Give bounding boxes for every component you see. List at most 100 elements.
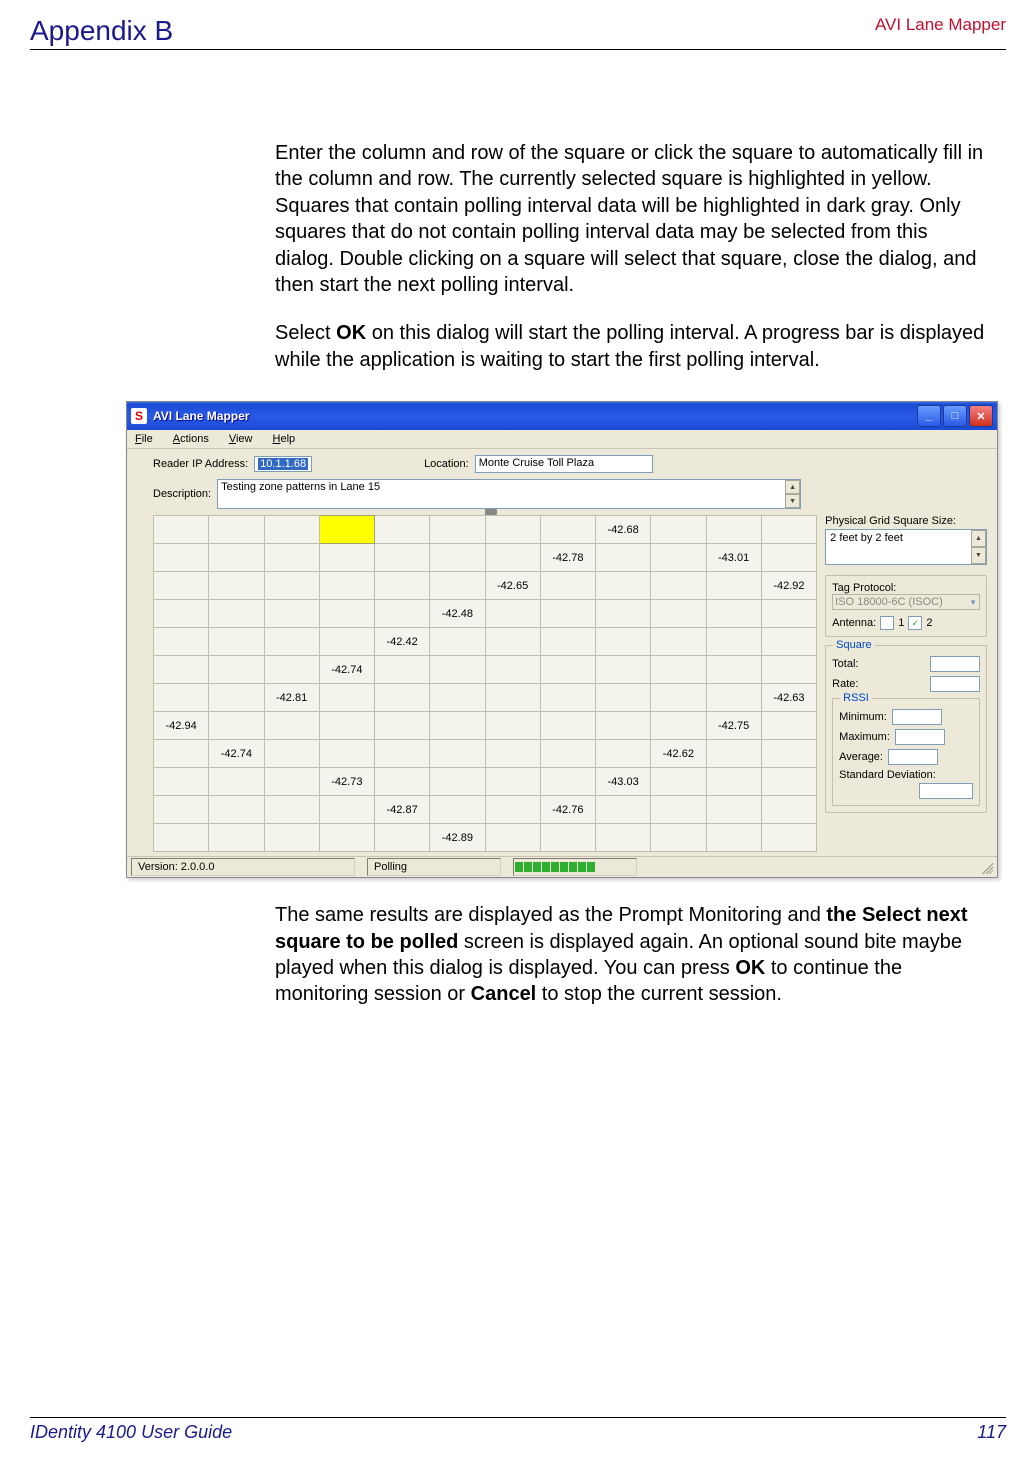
grid-cell[interactable] [761, 740, 816, 768]
grid-cell[interactable] [264, 516, 319, 544]
close-button[interactable]: ✕ [969, 405, 993, 427]
grid-cell[interactable] [485, 740, 540, 768]
grid-cell[interactable] [485, 600, 540, 628]
grid-cell[interactable] [319, 628, 374, 656]
phys-size-scroll[interactable]: ▲ ▼ [971, 530, 986, 564]
grid-cell[interactable] [430, 740, 485, 768]
grid-cell[interactable] [264, 600, 319, 628]
chevron-down-icon[interactable]: ▼ [785, 494, 800, 508]
grid-cell[interactable]: -42.89 [430, 824, 485, 852]
grid-cell[interactable] [540, 684, 595, 712]
grid-cell[interactable] [319, 544, 374, 572]
grid-cell[interactable] [209, 544, 264, 572]
grid-cell[interactable] [540, 656, 595, 684]
phys-size-input[interactable]: 2 feet by 2 feet ▲ ▼ [825, 529, 987, 565]
grid-cell[interactable]: -42.65 [485, 572, 540, 600]
grid-cell[interactable]: -42.76 [540, 796, 595, 824]
grid-cell[interactable] [430, 516, 485, 544]
grid-cell[interactable]: -42.81 [264, 684, 319, 712]
grid-cell[interactable] [761, 712, 816, 740]
grid-cell[interactable] [761, 628, 816, 656]
grid-cell[interactable] [209, 600, 264, 628]
grid-cell[interactable] [540, 600, 595, 628]
description-scroll[interactable]: ▲ ▼ [785, 480, 800, 508]
grid-cell[interactable] [375, 824, 430, 852]
grid-cell[interactable] [651, 516, 706, 544]
reader-ip-input[interactable]: 10.1.1.68 [254, 456, 312, 472]
grid-cell[interactable] [430, 712, 485, 740]
grid-cell[interactable] [706, 768, 761, 796]
grid-cell[interactable] [485, 824, 540, 852]
grid-cell[interactable] [596, 544, 651, 572]
grid-cell[interactable] [319, 572, 374, 600]
grid-cell[interactable] [319, 516, 374, 544]
grid-cell[interactable] [485, 768, 540, 796]
grid-cell[interactable] [540, 824, 595, 852]
grid-cell[interactable]: -42.75 [706, 712, 761, 740]
grid-cell[interactable] [540, 628, 595, 656]
grid-cell[interactable]: -42.62 [651, 740, 706, 768]
grid-cell[interactable] [264, 824, 319, 852]
grid-cell[interactable] [264, 656, 319, 684]
grid-cell[interactable] [264, 712, 319, 740]
grid-cell[interactable] [375, 656, 430, 684]
grid-cell[interactable] [430, 684, 485, 712]
grid-cell[interactable] [375, 516, 430, 544]
grid-cell[interactable] [154, 572, 209, 600]
tag-protocol-select[interactable]: ISO 18000-6C (ISOC) ▼ [832, 594, 980, 610]
grid-cell[interactable] [154, 544, 209, 572]
menu-help[interactable]: Help [273, 433, 296, 445]
resize-grip-icon[interactable] [979, 860, 993, 874]
grid-cell[interactable] [319, 740, 374, 768]
grid-cell[interactable] [485, 628, 540, 656]
grid-cell[interactable]: -42.73 [319, 768, 374, 796]
grid-cell[interactable]: -42.68 [596, 516, 651, 544]
grid-cell[interactable] [761, 544, 816, 572]
grid-cell[interactable] [264, 768, 319, 796]
grid-cell[interactable] [430, 768, 485, 796]
grid-cell[interactable]: -42.74 [209, 740, 264, 768]
grid-cell[interactable] [209, 656, 264, 684]
grid-cell[interactable] [761, 656, 816, 684]
grid-cell[interactable] [209, 824, 264, 852]
grid-cell[interactable] [651, 656, 706, 684]
grid-cell[interactable] [651, 628, 706, 656]
grid-cell[interactable] [319, 712, 374, 740]
grid-cell[interactable] [706, 516, 761, 544]
grid-cell[interactable] [375, 684, 430, 712]
grid-cell[interactable] [761, 768, 816, 796]
grid-cell[interactable] [706, 740, 761, 768]
grid-cell[interactable] [485, 656, 540, 684]
polling-grid[interactable]: -42.68-42.78-43.01-42.65-42.92-42.48-42.… [153, 515, 817, 852]
grid-cell[interactable]: -43.01 [706, 544, 761, 572]
grid-cell[interactable] [375, 712, 430, 740]
grid-cell[interactable] [154, 600, 209, 628]
grid-cell[interactable]: -42.87 [375, 796, 430, 824]
grid-cell[interactable] [596, 740, 651, 768]
grid-cell[interactable] [540, 740, 595, 768]
grid-cell[interactable] [706, 572, 761, 600]
grid-cell[interactable] [319, 600, 374, 628]
grid-cell[interactable] [485, 684, 540, 712]
grid-cell[interactable] [706, 824, 761, 852]
grid-cell[interactable] [154, 516, 209, 544]
grid-cell[interactable]: -42.63 [761, 684, 816, 712]
grid-cell[interactable] [651, 600, 706, 628]
grid-cell[interactable] [430, 656, 485, 684]
grid-cell[interactable]: -42.78 [540, 544, 595, 572]
grid-cell[interactable]: -42.42 [375, 628, 430, 656]
grid-cell[interactable] [154, 768, 209, 796]
grid-cell[interactable] [319, 684, 374, 712]
titlebar[interactable]: S AVI Lane Mapper _ □ ✕ [127, 402, 997, 430]
grid-cell[interactable] [596, 656, 651, 684]
grid-cell[interactable] [430, 628, 485, 656]
grid-cell[interactable] [485, 712, 540, 740]
grid-cell[interactable]: -42.94 [154, 712, 209, 740]
menu-file[interactable]: File [135, 433, 153, 445]
grid-cell[interactable] [651, 572, 706, 600]
grid-cell[interactable] [264, 628, 319, 656]
grid-cell[interactable] [430, 544, 485, 572]
grid-cell[interactable] [375, 600, 430, 628]
grid-cell[interactable] [540, 768, 595, 796]
grid-cell[interactable]: -42.92 [761, 572, 816, 600]
